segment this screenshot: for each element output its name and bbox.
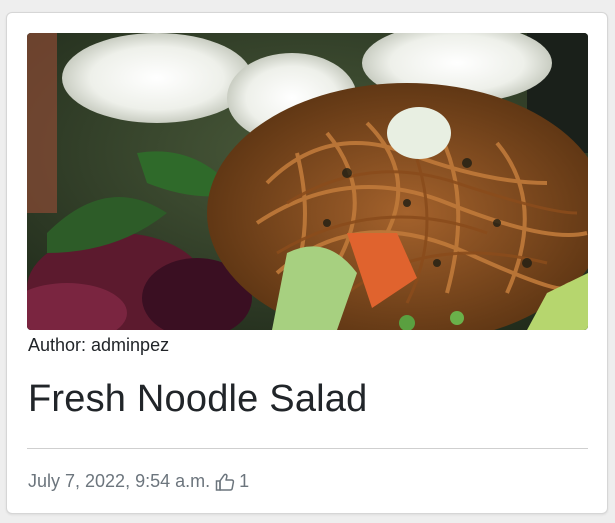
thumbs-up-icon (215, 473, 235, 491)
post-card: Author: adminpez Fresh Noodle Salad July… (6, 12, 608, 514)
noodle-salad-photo[interactable] (27, 33, 588, 330)
post-title[interactable]: Fresh Noodle Salad (28, 378, 367, 421)
post-author: Author: adminpez (28, 335, 170, 355)
like-button[interactable]: 1 (215, 471, 249, 492)
photo-image (27, 33, 588, 330)
like-count: 1 (239, 471, 250, 491)
post-date: July 7, 2022, 9:54 a.m. (28, 471, 211, 491)
divider (27, 448, 588, 449)
post-meta: July 7, 2022, 9:54 a.m. 1 (28, 471, 249, 492)
